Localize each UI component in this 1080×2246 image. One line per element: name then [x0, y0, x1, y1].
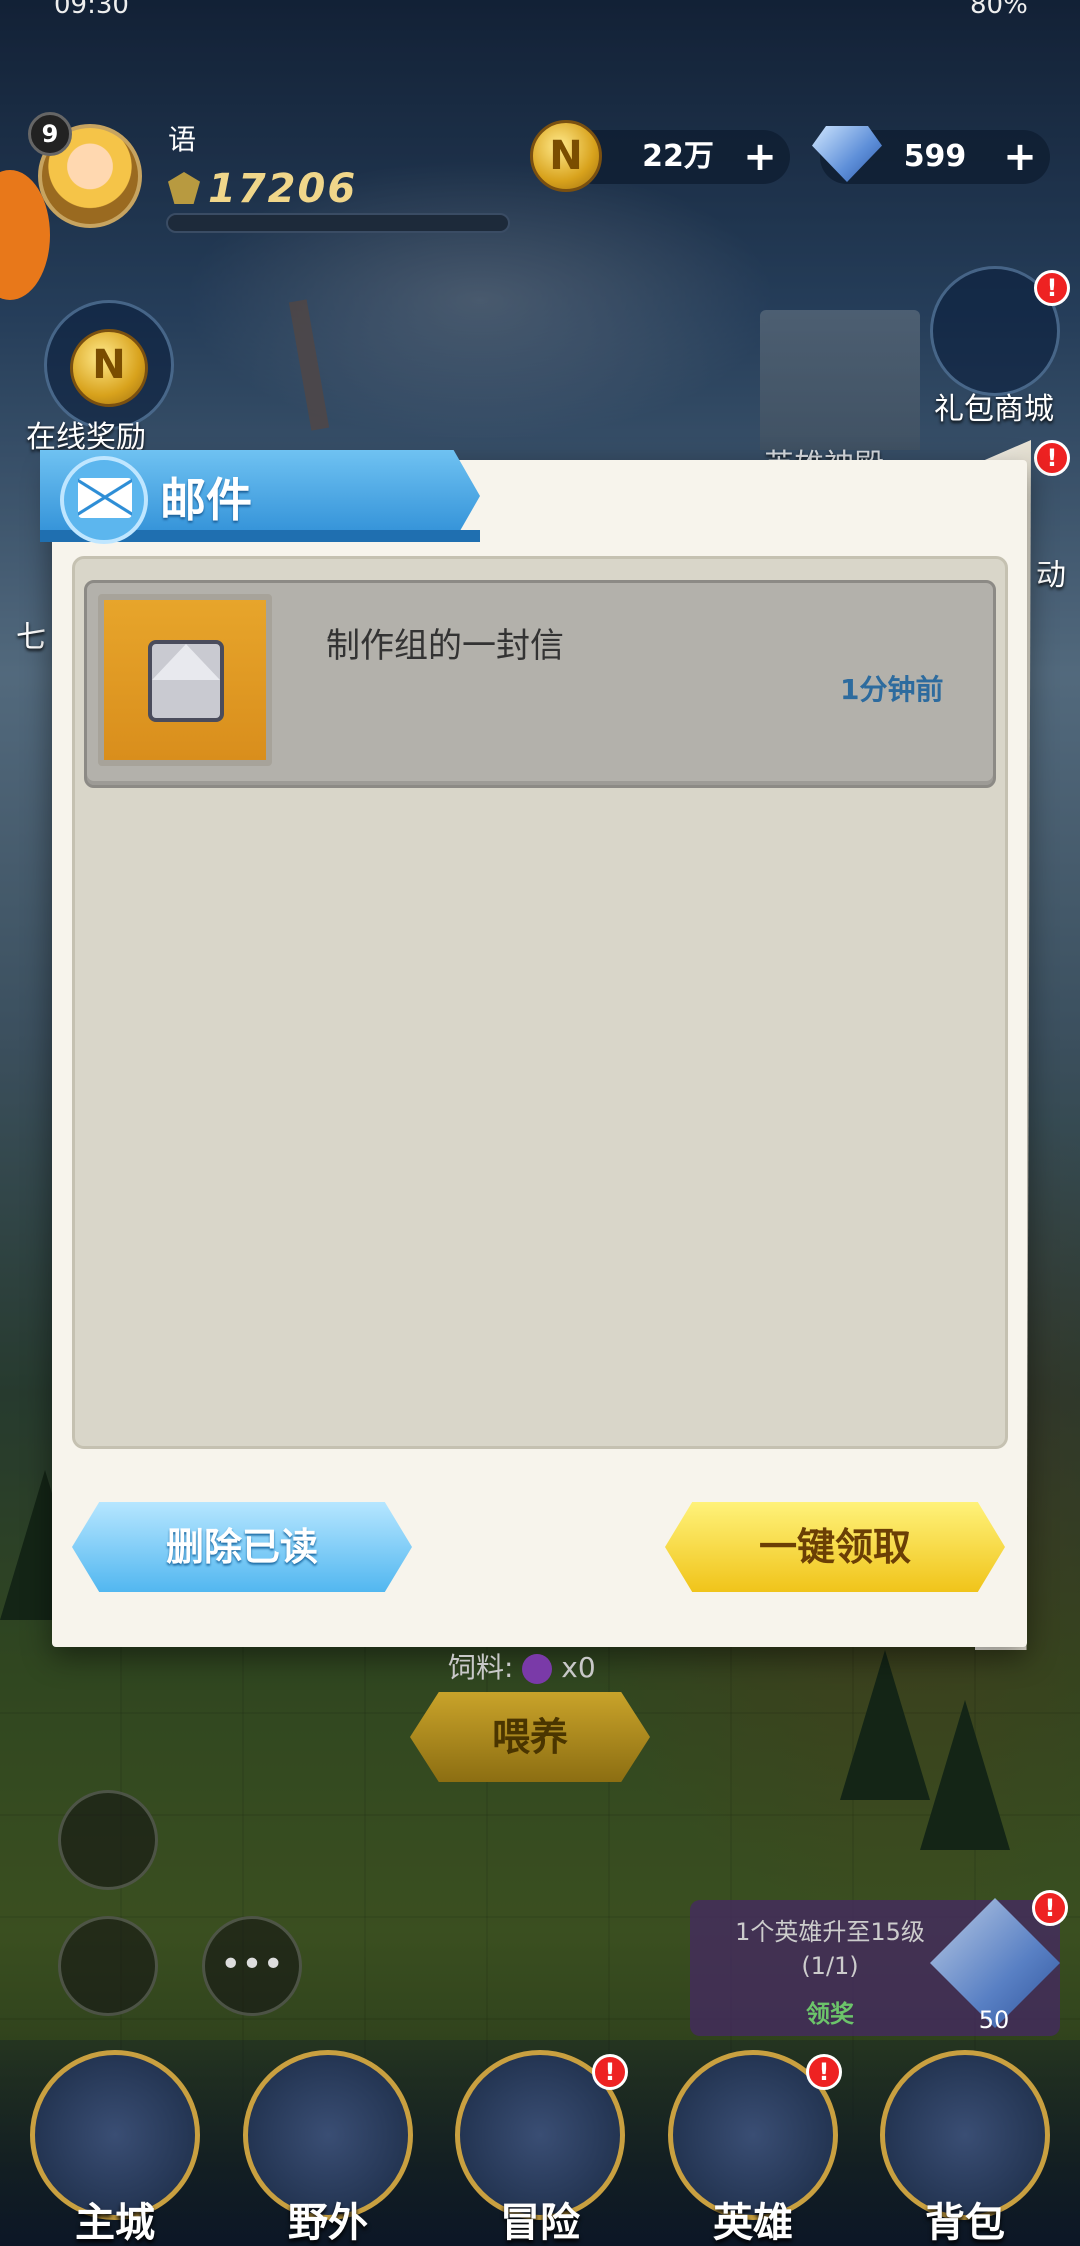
more-button[interactable]: ••• — [202, 1916, 302, 2016]
task-alert-icon: ! — [1032, 1890, 1068, 1926]
emoji-icon[interactable] — [58, 1790, 158, 1890]
diamond-amount: 599 — [903, 139, 967, 174]
feed-label-text: 饲料: — [448, 1651, 514, 1684]
experience-bar — [166, 213, 510, 233]
activity-alert-icon: ! — [1034, 440, 1070, 476]
add-diamond-button[interactable]: + — [1000, 130, 1040, 184]
gold-coin-icon: N — [530, 120, 602, 192]
player-level-badge: 9 — [28, 112, 72, 156]
status-time: 09:30 — [54, 0, 129, 20]
nav-wild-label: 野外 — [288, 2200, 368, 2246]
activity-label: 动 — [1036, 558, 1066, 593]
task-description: 1个英雄升至15级 — [735, 1918, 925, 1946]
hero-alert-icon: ! — [806, 2054, 842, 2090]
player-power: 17206 — [208, 166, 358, 212]
battery-level: 80% — [970, 0, 1028, 20]
mail-item-title: 制作组的一封信 — [326, 626, 564, 666]
mailbox-icon[interactable] — [58, 1916, 158, 2016]
claim-all-button[interactable]: 一键领取 — [665, 1502, 1005, 1592]
task-reward-amount: 50 — [978, 2006, 1010, 2034]
online-reward-button[interactable]: N — [44, 300, 174, 430]
online-reward-label: 在线奖励 — [26, 420, 146, 455]
mail-dialog-title: 邮件 — [160, 473, 252, 527]
mail-item-time: 1分钟前 — [840, 673, 944, 706]
envelope-icon — [78, 478, 132, 518]
feed-button[interactable]: 喂养 — [410, 1692, 650, 1782]
adventure-alert-icon: ! — [592, 2054, 628, 2090]
nav-backpack-label: 背包 — [925, 2200, 1005, 2246]
task-progress: (1/1) — [801, 1952, 859, 1980]
add-gold-button[interactable]: + — [740, 130, 780, 184]
task-claim-button[interactable]: 领奖 — [700, 1994, 960, 2029]
nav-main-city-label: 主城 — [75, 2200, 155, 2246]
delete-read-button[interactable]: 删除已读 — [72, 1502, 412, 1592]
gift-shop-label: 礼包商城 — [934, 392, 1054, 427]
feed-count: x0 — [561, 1651, 596, 1684]
seven-day-label: 七 — [16, 620, 46, 655]
status-bar: 09:30 80% — [0, 0, 1080, 20]
feed-label: 饲料: x0 — [448, 1646, 596, 1686]
nav-hero-label: 英雄 — [713, 2200, 793, 2246]
feed-item-icon — [522, 1654, 553, 1684]
nav-adventure-label: 冒险 — [500, 2200, 580, 2246]
gold-amount: 22万 — [642, 139, 714, 174]
gift-shop-alert-icon: ! — [1034, 270, 1070, 306]
player-name: 语 — [168, 123, 197, 156]
